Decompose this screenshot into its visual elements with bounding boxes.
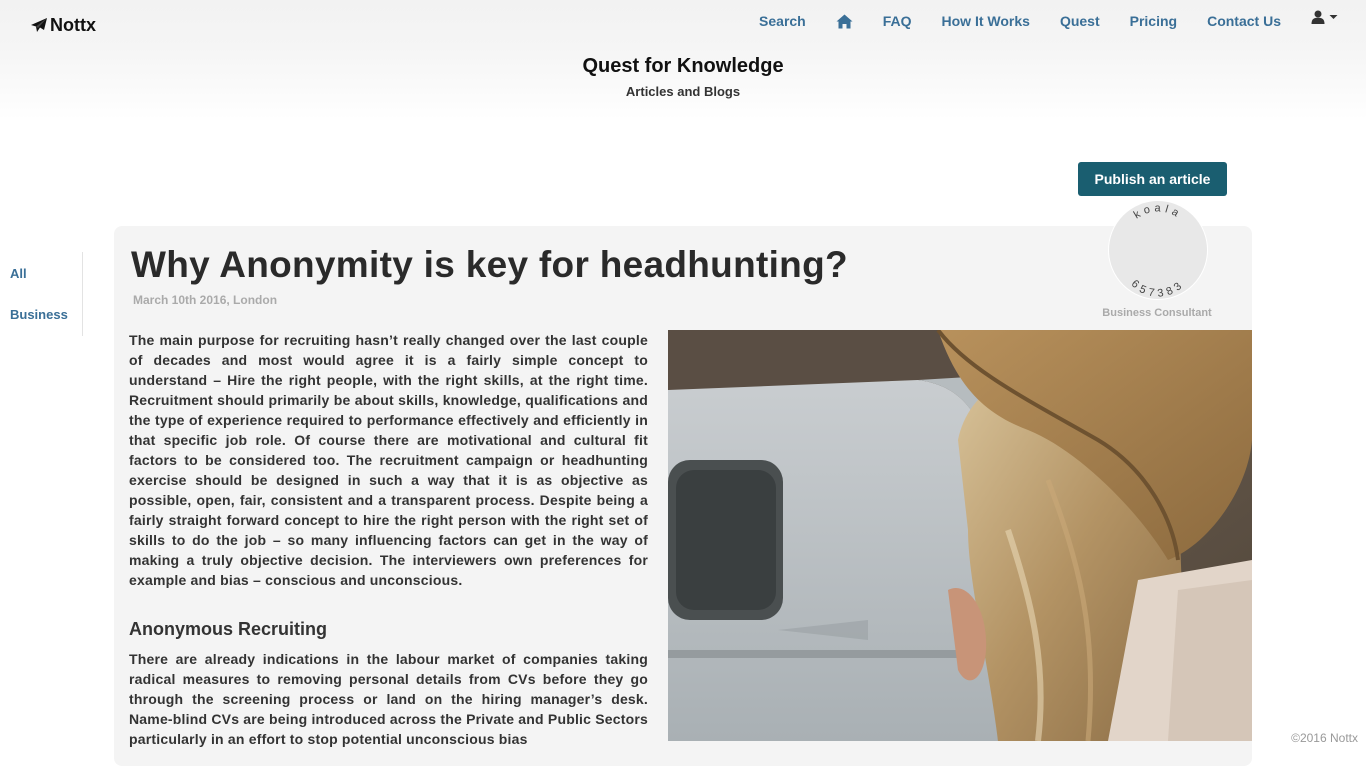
section-heading: Anonymous Recruiting: [129, 619, 328, 639]
article-paragraph: There are already indications in the lab…: [129, 651, 648, 747]
user-menu[interactable]: [1311, 10, 1338, 24]
nav-quest[interactable]: Quest: [1060, 11, 1100, 31]
nav-contact[interactable]: Contact Us: [1207, 11, 1281, 31]
paper-plane-icon: [31, 18, 47, 32]
author-avatar[interactable]: koala 657383: [1108, 200, 1208, 300]
category-business[interactable]: Business: [10, 307, 68, 322]
caret-down-icon: [1329, 15, 1338, 19]
main-nav: Search FAQ How It Works Quest Pricing Co…: [759, 10, 1366, 32]
page-title: Quest for Knowledge: [582, 55, 784, 77]
brand-name: Nottx: [50, 14, 96, 35]
nav-faq[interactable]: FAQ: [883, 11, 912, 31]
category-all[interactable]: All: [10, 266, 27, 281]
author-id: 657383: [1129, 278, 1183, 299]
nav-search[interactable]: Search: [759, 11, 806, 31]
article-image: [668, 330, 1252, 741]
nav-home[interactable]: [836, 14, 853, 29]
brand-logo[interactable]: Nottx: [30, 14, 96, 36]
author-role: Business Consultant: [1102, 307, 1212, 319]
svg-text:657383: 657383: [1129, 278, 1187, 299]
home-icon: [836, 14, 853, 28]
category-sidebar: All Business: [0, 252, 83, 336]
article-paragraph: The main purpose for recruiting hasn’t r…: [129, 332, 648, 588]
publish-article-button[interactable]: Publish an article: [1078, 162, 1227, 196]
page-subtitle: Articles and Blogs: [625, 84, 741, 99]
svg-text:koala: koala: [1132, 202, 1185, 221]
article-meta: March 10th 2016, London: [133, 293, 278, 307]
user-icon: [1311, 10, 1325, 24]
copyright-text: ©2016 Nottx: [1291, 731, 1358, 745]
nav-how-it-works[interactable]: How It Works: [942, 11, 1030, 31]
nav-pricing[interactable]: Pricing: [1130, 11, 1177, 31]
article-title: Why Anonymity is key for headhunting?: [131, 244, 848, 285]
author-handle: koala: [1132, 202, 1181, 221]
